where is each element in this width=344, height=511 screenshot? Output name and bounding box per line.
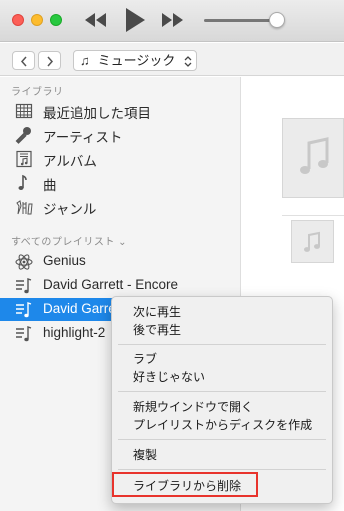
menu-separator [118, 439, 326, 440]
sidebar-item-label: アーティスト [43, 130, 123, 145]
sidebar-item-label: David Garrett - Encore [43, 277, 179, 292]
media-kind-label: ミュージック [97, 53, 176, 68]
music-note-icon: ♫ [80, 53, 90, 68]
menu-item-dislike[interactable]: 好きじゃない [112, 368, 332, 386]
menu-item-duplicate[interactable]: 複製 [112, 446, 332, 464]
playlist-icon [15, 301, 33, 319]
sidebar-item-genius[interactable]: Genius [0, 250, 241, 273]
volume-slider-knob[interactable] [269, 12, 285, 28]
navigation-bar: ♫ ミュージック [0, 43, 344, 76]
sidebar-item-label: 最近追加した項目 [43, 106, 151, 121]
playlist-icon [15, 325, 33, 343]
sidebar-item-songs[interactable]: 曲 [0, 171, 241, 194]
chevron-right-icon [46, 56, 53, 67]
album-icon [15, 150, 33, 168]
sidebar-item-genres[interactable]: ジャンル [0, 195, 241, 218]
sidebar-item-label: Genius [43, 253, 86, 268]
title-bar [0, 0, 344, 42]
menu-item-play-next[interactable]: 次に再生 [112, 303, 332, 321]
zoom-window-button[interactable] [50, 14, 62, 26]
back-button[interactable] [12, 51, 35, 70]
menu-item-love[interactable]: ラブ [112, 350, 332, 368]
sidebar-item-label: アルバム [43, 154, 97, 169]
menu-separator [118, 469, 326, 470]
playlists-section-header[interactable]: すべてのプレイリスト ⌄ [11, 233, 127, 248]
chevron-updown-icon [184, 54, 192, 73]
rewind-icon[interactable] [84, 12, 108, 28]
chevron-left-icon [20, 56, 27, 67]
sidebar-item-label: 曲 [43, 178, 57, 193]
music-note-icon [15, 174, 33, 192]
sidebar-item-label: highlight-2 [43, 325, 106, 340]
genius-atom-icon [15, 253, 33, 271]
close-window-button[interactable] [12, 14, 24, 26]
fast-forward-icon[interactable] [160, 12, 184, 28]
playlist-icon [15, 277, 33, 295]
menu-item-open-in-new-window[interactable]: 新規ウインドウで開く [112, 398, 332, 416]
music-note-icon [300, 137, 329, 174]
minimize-window-button[interactable] [31, 14, 43, 26]
menu-item-play-later[interactable]: 後で再生 [112, 321, 332, 339]
microphone-icon [15, 126, 33, 144]
genre-icon [15, 198, 33, 216]
media-kind-select[interactable]: ♫ ミュージック [73, 50, 197, 71]
sidebar-item-albums[interactable]: アルバム [0, 147, 241, 170]
menu-separator [118, 391, 326, 392]
sidebar-item-playlist-encore[interactable]: David Garrett - Encore [0, 274, 241, 297]
forward-button[interactable] [38, 51, 61, 70]
music-note-icon [304, 231, 320, 252]
sidebar-item-label: ジャンル [43, 202, 97, 217]
content-divider [282, 215, 344, 216]
album-artwork-thumbnail[interactable] [291, 220, 334, 263]
menu-item-burn-playlist-to-disc[interactable]: プレイリストからディスクを作成 [112, 416, 332, 434]
play-icon[interactable] [124, 7, 146, 33]
volume-slider[interactable] [204, 19, 278, 22]
menu-separator [118, 344, 326, 345]
album-artwork-placeholder[interactable] [282, 118, 344, 198]
sidebar-item-recently-added[interactable]: 最近追加した項目 [0, 99, 241, 122]
recently-added-icon [15, 102, 33, 120]
library-section-header: ライブラリ [11, 87, 64, 98]
delete-from-library-highlight [112, 472, 258, 497]
sidebar-item-artists[interactable]: アーティスト [0, 123, 241, 146]
